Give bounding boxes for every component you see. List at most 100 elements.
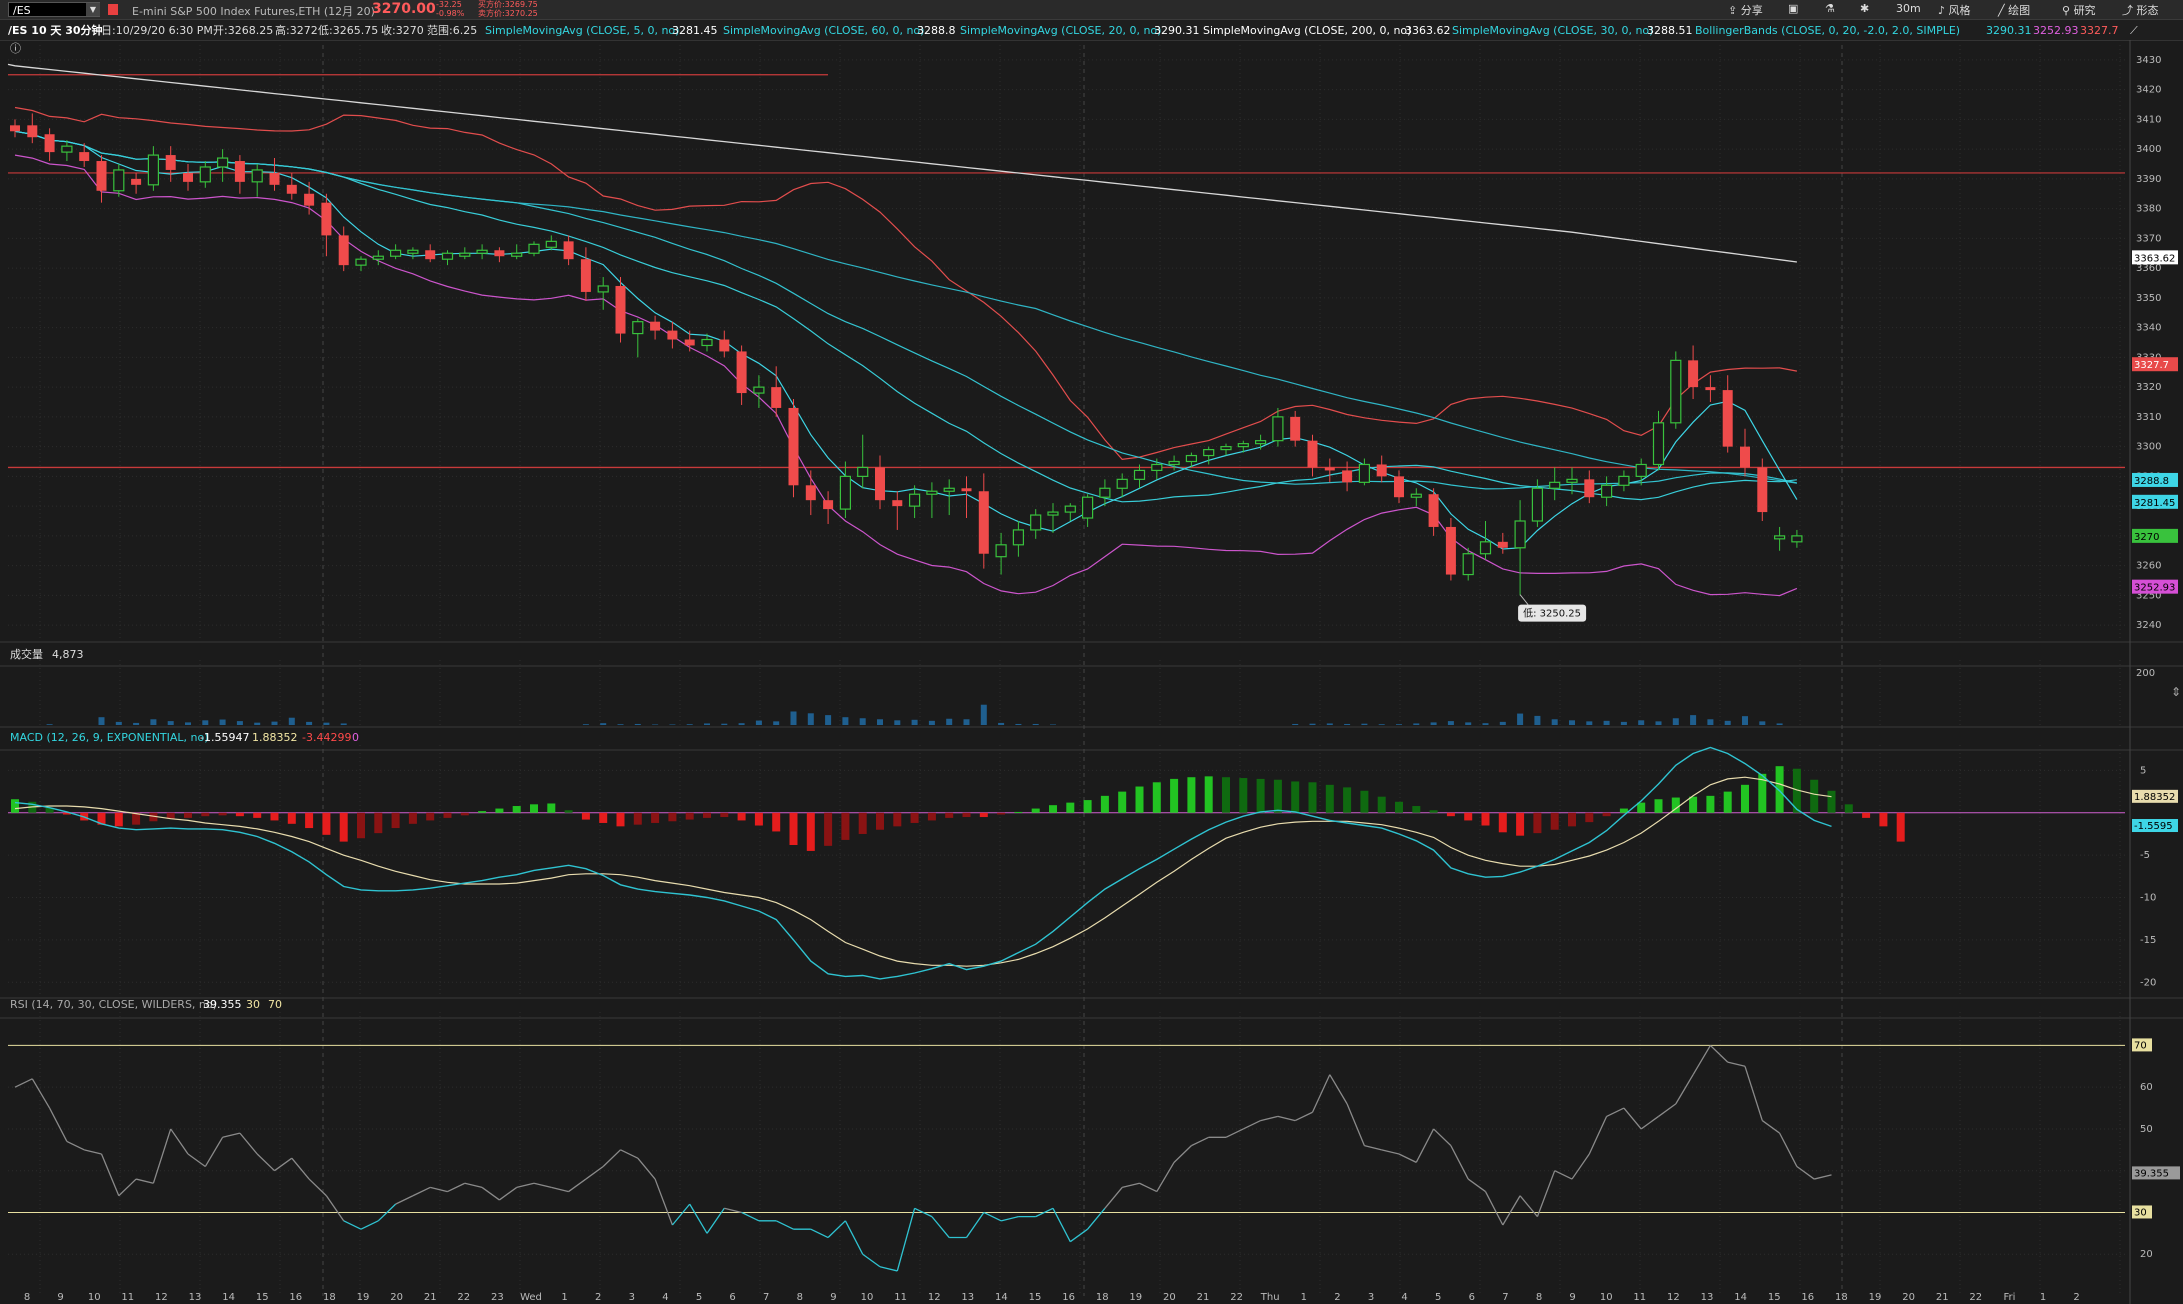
macd-axis-tick: -5 [2140, 850, 2150, 861]
macd-pane-title[interactable]: MACD (12, 26, 9, EXPONENTIAL, no) [10, 731, 209, 744]
time-axis-label: 19 [1869, 1292, 1882, 1303]
time-axis-label: 10 [861, 1292, 874, 1303]
time-axis-label: Thu [1260, 1292, 1280, 1303]
macd-histogram-bar [1066, 802, 1075, 813]
price-tag-text: 3363.62 [2134, 253, 2175, 264]
volume-bar [1655, 721, 1662, 725]
candle-body-up [217, 157, 229, 168]
candle-body-down [1324, 467, 1335, 471]
macd-histogram-bar [876, 812, 884, 830]
volume-bar [928, 720, 935, 725]
macd-histogram-bar [1429, 810, 1438, 813]
candle-body-up [1220, 446, 1232, 451]
volume-bar [1430, 722, 1437, 725]
macd-histogram-bar [1810, 779, 1819, 813]
macd-histogram-bar [841, 812, 850, 840]
volume-bar [1032, 723, 1039, 725]
volume-bar [790, 711, 797, 725]
time-axis-label: 12 [928, 1292, 941, 1303]
volume-bar [1759, 721, 1766, 725]
volume-bar [704, 723, 710, 725]
volume-bar [634, 723, 641, 725]
price-axis-tick: 3380 [2136, 204, 2161, 215]
macd-histogram-bar [1723, 791, 1732, 813]
candle-body-down [165, 155, 176, 170]
time-axis-label: 5 [696, 1292, 702, 1303]
candle-body-down [1394, 476, 1404, 498]
volume-bar [1707, 719, 1714, 725]
macd-histogram-bar [997, 812, 1006, 815]
time-axis-label: 15 [1029, 1292, 1042, 1303]
time-axis-label: 7 [763, 1292, 769, 1303]
macd-histogram-bar [495, 808, 504, 813]
time-axis-label: 10 [88, 1292, 101, 1303]
candle-body-up [1514, 520, 1526, 549]
volume-bar [1690, 715, 1697, 725]
volume-bar [167, 721, 174, 725]
candle-body-down [96, 161, 107, 191]
candle-body-down [183, 172, 193, 182]
rsi-axis-tick: 50 [2140, 1124, 2153, 1135]
macd-axis-tick: -20 [2140, 977, 2156, 988]
macd-histogram-bar [443, 812, 452, 818]
volume-bar [911, 719, 918, 725]
macd-histogram-bar [1585, 812, 1594, 823]
low-annotation-text: 低: 3250.25 [1523, 607, 1581, 620]
resize-handle-icon[interactable]: ⇕ [2171, 686, 2181, 699]
macd-avg: 1.88352 [252, 731, 298, 744]
pane-bg-2 [0, 732, 2130, 999]
candle-body-down [1445, 526, 1456, 575]
macd-histogram-bar [1187, 777, 1196, 813]
time-axis-label: 11 [1633, 1292, 1646, 1303]
time-axis-label: 1 [2040, 1292, 2046, 1303]
macd-histogram-bar [1637, 802, 1646, 813]
time-axis-label: 13 [189, 1292, 202, 1303]
candle-body-up [511, 252, 523, 257]
candle-body-down [321, 202, 332, 236]
time-axis-label: 22 [457, 1292, 470, 1303]
price-axis-tick: 3310 [2136, 412, 2161, 423]
candle-body-down [823, 500, 834, 510]
candle-body-down [736, 351, 747, 394]
macd-histogram-bar [11, 799, 19, 813]
macd-histogram-bar [426, 812, 435, 821]
candle-body-down [1584, 479, 1595, 498]
volume-bar [202, 720, 209, 725]
candle-body-down [1688, 360, 1699, 388]
chart-canvas[interactable]: 低: 3250.25 34303420341034003390338033703… [0, 0, 2183, 1304]
volume-bar [271, 721, 278, 725]
macd-histogram-bar [910, 812, 919, 823]
volume-bar [1050, 724, 1056, 725]
macd-histogram-bar [1896, 812, 1905, 842]
time-axis-label: 18 [1096, 1292, 1109, 1303]
macd-axis-tick: -15 [2140, 935, 2156, 946]
volume-bar [236, 721, 243, 725]
time-axis-label: 21 [1197, 1292, 1210, 1303]
volume-bar [1482, 723, 1489, 725]
volume-bar [1724, 720, 1731, 725]
candle-body-down [580, 259, 591, 292]
volume-bar [340, 723, 347, 725]
macd-histogram-bar [1360, 790, 1369, 813]
pane-bg-3 [0, 997, 2130, 1304]
volume-bar [1586, 721, 1593, 725]
macd-histogram-bar [1568, 812, 1576, 827]
macd-value: -1.55947 [200, 731, 250, 744]
rsi-pane-title[interactable]: RSI (14, 70, 30, CLOSE, WILDERS, no) [10, 998, 217, 1011]
candle-body-down [563, 241, 574, 260]
time-axis-label: 18 [323, 1292, 336, 1303]
macd-histogram-bar [1654, 799, 1663, 813]
candle-body-up [407, 249, 419, 254]
time-axis-label: 14 [222, 1292, 235, 1303]
candle-body-down [304, 193, 315, 206]
volume-pane-title[interactable]: 成交量 [10, 648, 43, 661]
macd-histogram-bar [1135, 786, 1144, 813]
time-axis-label: 20 [1902, 1292, 1915, 1303]
candle-body-up [1254, 440, 1267, 445]
candle-body-down [44, 134, 55, 153]
candle-body-up [1047, 511, 1059, 516]
candle-body-up [1358, 463, 1371, 483]
time-axis-label: 4 [1401, 1292, 1407, 1303]
macd-histogram-bar [1031, 808, 1040, 813]
info-icon[interactable]: ⓘ [10, 42, 21, 55]
